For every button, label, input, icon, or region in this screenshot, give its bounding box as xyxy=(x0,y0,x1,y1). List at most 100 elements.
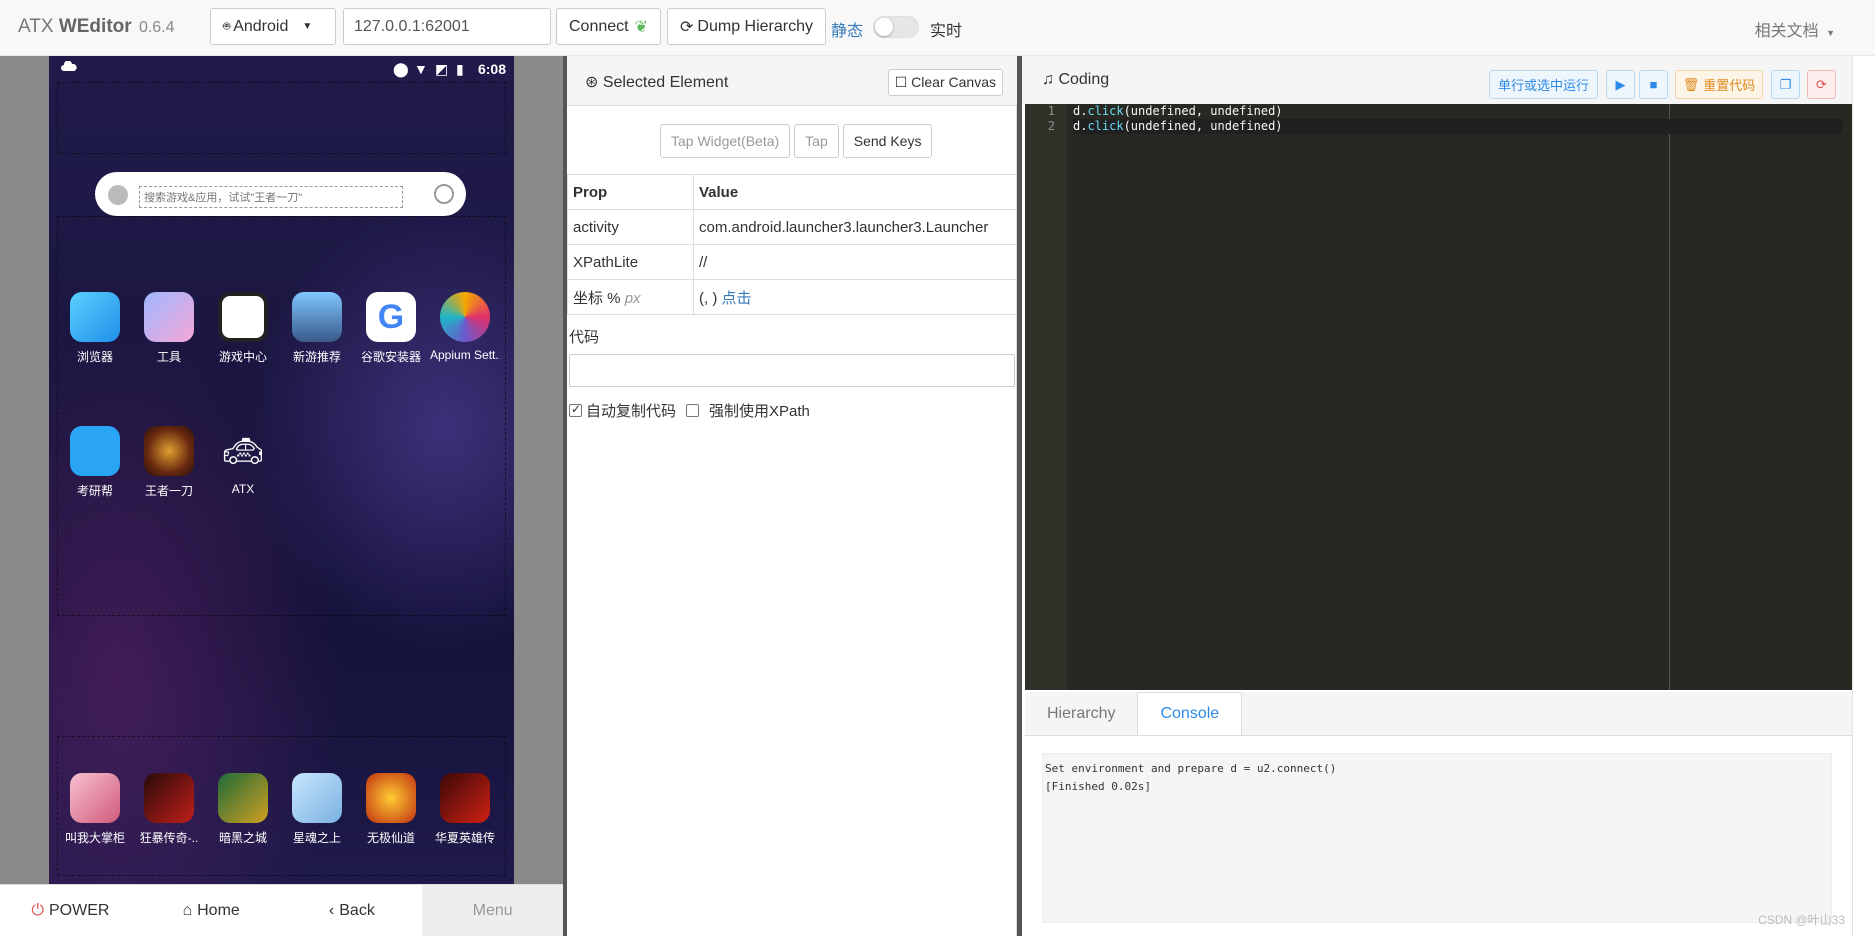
column-header-value: Value xyxy=(693,174,1017,210)
code-snippet-input[interactable] xyxy=(569,354,1015,387)
stop-icon[interactable]: ■ xyxy=(1639,70,1668,99)
status-time: 6:08 xyxy=(477,61,506,77)
app-label: 王者一刀 xyxy=(144,484,193,498)
docs-dropdown[interactable]: 相关文档 ▼ xyxy=(1755,17,1835,41)
page-scrollbar[interactable] xyxy=(1852,56,1875,936)
wifi-icon: ▼ xyxy=(414,61,428,77)
dock-app[interactable]: 无极仙道 xyxy=(356,773,426,846)
app-tools[interactable]: 工具 xyxy=(134,292,204,365)
home-label: Home xyxy=(197,901,240,919)
code-line[interactable]: d.click(undefined, undefined) xyxy=(1073,104,1843,119)
live-mode-toggle[interactable] xyxy=(873,16,919,38)
launcher-search-placeholder: 搜索游戏&应用，试试"王者一刀" xyxy=(139,186,403,208)
music-note-icon: ♫ xyxy=(1042,71,1054,88)
game-app-icon xyxy=(144,773,194,823)
app-label: 浏览器 xyxy=(76,350,113,364)
dock-app[interactable]: 星魂之上 xyxy=(282,773,352,846)
home-button[interactable]: ⌂ Home xyxy=(141,885,282,936)
brand-prefix: ATX xyxy=(18,16,54,37)
device-screenshot[interactable]: ⬤ ▼ ◩ ▮ 6:08 搜索游戏&应用，试试"王者一刀" 浏览器 工具 游戏中… xyxy=(49,56,514,884)
code-line[interactable]: d.click(undefined, undefined) xyxy=(1073,119,1843,134)
click-coordinate-link[interactable]: 点击 xyxy=(722,290,752,307)
mode-static-label[interactable]: 静态 xyxy=(831,17,863,41)
android-icon: 🤖︎ xyxy=(223,19,231,33)
reload-icon[interactable]: ⟳ xyxy=(1807,70,1836,99)
app-new-games[interactable]: 新游推荐 xyxy=(282,292,352,365)
app-label: 无极仙道 xyxy=(366,831,415,845)
game-app-icon xyxy=(292,773,342,823)
line-number: 2 xyxy=(1047,119,1055,133)
app-label: 工具 xyxy=(156,350,181,364)
dock-app[interactable]: 华夏英雄传 xyxy=(430,773,500,846)
tab-console[interactable]: Console xyxy=(1137,692,1243,735)
line-number-gutter: 1 2 xyxy=(1025,104,1067,690)
app-kaoyanbang[interactable]: 考研帮 xyxy=(60,426,130,499)
console-output: Set environment and prepare d = u2.conne… xyxy=(1042,753,1832,923)
device-address-input[interactable]: 127.0.0.1:62001 xyxy=(343,8,551,45)
copy-icon[interactable]: ❐ xyxy=(1771,70,1800,99)
element-outline xyxy=(57,82,506,154)
app-label: 新游推荐 xyxy=(292,350,341,364)
no-sim-icon: ◩ xyxy=(435,61,449,77)
reset-code-button[interactable]: 🗑︎ 重置代码 xyxy=(1675,70,1763,99)
coding-title-text: Coding xyxy=(1058,71,1110,88)
mode-live-label[interactable]: 实时 xyxy=(930,17,962,41)
app-label: 谷歌安装器 xyxy=(360,350,421,364)
app-browser[interactable]: 浏览器 xyxy=(60,292,130,365)
app-appium-settings[interactable]: Appium Sett.. xyxy=(430,292,500,362)
scan-icon[interactable] xyxy=(434,184,454,204)
table-header-row: Prop Value xyxy=(567,174,1017,210)
clear-canvas-button[interactable]: ☐ Clear Canvas xyxy=(887,69,1003,96)
coord-unit-label[interactable]: px xyxy=(625,290,641,307)
tap-button[interactable]: Tap xyxy=(794,124,839,158)
device-nav-bar: ⏻ POWER ⌂ Home ‹ Back Menu xyxy=(0,884,563,936)
gamepad-app-icon xyxy=(218,292,268,342)
auto-copy-label: 自动复制代码 xyxy=(586,403,677,420)
connect-label: Connect xyxy=(569,17,629,35)
caret-down-icon: ▼ xyxy=(1826,28,1835,38)
connect-button[interactable]: Connect ❦ xyxy=(556,8,661,45)
prop-value[interactable]: com.android.launcher3.launcher3.Launcher xyxy=(693,209,1017,245)
dock-app[interactable]: 狂暴传奇-.. xyxy=(134,773,204,846)
app-label: 叫我大掌柜 xyxy=(64,831,125,845)
back-button[interactable]: ‹ Back xyxy=(282,885,423,936)
reset-code-label: 重置代码 xyxy=(1703,78,1756,93)
play-icon[interactable]: ▶ xyxy=(1606,70,1635,99)
code-editor[interactable]: 1 2 d.click(undefined, undefined) d.clic… xyxy=(1025,104,1852,690)
selected-element-header: ⊛ Selected Element ☐ Clear Canvas xyxy=(567,56,1017,106)
app-wangzhe-yidao[interactable]: 王者一刀 xyxy=(134,426,204,499)
app-version: 0.6.4 xyxy=(138,19,175,36)
prop-value[interactable]: // xyxy=(693,244,1017,280)
platform-select[interactable]: 🤖︎ Android ▼ xyxy=(210,8,336,45)
dock-app[interactable]: 叫我大掌柜 xyxy=(60,773,130,846)
menu-button[interactable]: Menu xyxy=(422,885,563,936)
toggle-knob xyxy=(875,18,893,36)
force-xpath-checkbox[interactable] xyxy=(686,404,700,417)
launcher-search-bar[interactable]: 搜索游戏&应用，试试"王者一刀" xyxy=(95,172,466,216)
dump-hierarchy-button[interactable]: ⟳ Dump Hierarchy xyxy=(667,8,826,45)
tab-hierarchy[interactable]: Hierarchy xyxy=(1025,692,1137,735)
power-button[interactable]: ⏻ POWER xyxy=(0,885,141,936)
console-line: [Finished 0.02s] xyxy=(1045,780,1151,793)
app-atx[interactable]: 🚕︎ ATX xyxy=(208,426,278,496)
app-label: 暗黑之城 xyxy=(218,831,267,845)
app-game-center[interactable]: 游戏中心 xyxy=(208,292,278,365)
status-bar: ⬤ ▼ ◩ ▮ 6:08 xyxy=(49,56,514,82)
leaf-icon: ❦ xyxy=(634,18,648,36)
dock-app[interactable]: 暗黑之城 xyxy=(208,773,278,846)
tools-app-icon xyxy=(144,292,194,342)
clear-canvas-label: Clear Canvas xyxy=(911,74,996,90)
code-lines: d.click(undefined, undefined) d.click(un… xyxy=(1073,104,1843,134)
code-object: d. xyxy=(1073,104,1088,118)
tap-widget-button[interactable]: Tap Widget(Beta) xyxy=(660,124,791,158)
code-label: 代码 xyxy=(569,329,600,346)
appium-icon xyxy=(440,292,490,342)
run-selected-button[interactable]: 单行或选中运行 xyxy=(1489,70,1598,99)
prop-value: (, ) 点击 xyxy=(693,279,1017,315)
game-app-icon xyxy=(440,773,490,823)
auto-copy-checkbox[interactable] xyxy=(569,402,582,417)
send-keys-button[interactable]: Send Keys xyxy=(842,124,933,158)
game-app-icon xyxy=(144,426,194,476)
google-icon: G xyxy=(366,292,416,342)
app-google-installer[interactable]: G 谷歌安装器 xyxy=(356,292,426,365)
